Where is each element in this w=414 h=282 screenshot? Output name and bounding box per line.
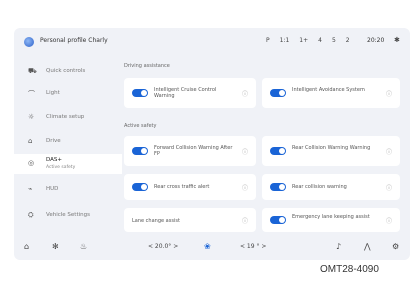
das-icon: ◎ — [28, 159, 35, 167]
section-title-active-safety: Active safety — [124, 123, 157, 129]
card-label: Emergency lane keeping assist — [292, 214, 370, 220]
bottom-bar: ⌂ ✻ ♨ < 20.0° > ❀ < 19 ° > ♪ ⋀ ⚙ — [14, 234, 410, 260]
car-icon: ⛟ — [28, 67, 37, 75]
status-icon-1: P — [266, 37, 270, 44]
toggle-switch[interactable] — [270, 89, 286, 97]
profile-name[interactable]: Personal profile Charly — [40, 37, 108, 44]
toggle-switch[interactable] — [132, 183, 148, 191]
info-icon[interactable]: ⓘ — [386, 216, 392, 225]
settings-icon[interactable]: ⚙ — [392, 242, 399, 251]
card-rear-cross-traffic[interactable]: Rear cross traffic alert ⓘ — [124, 174, 256, 200]
toggle-switch[interactable] — [132, 89, 148, 97]
seat-heat-icon[interactable]: ♨ — [80, 242, 87, 251]
info-icon[interactable]: ⓘ — [242, 183, 248, 192]
drive-icon: ⌂ — [28, 137, 33, 145]
sidebar-item-label: Light — [46, 90, 60, 96]
sidebar-item-label: DAS+ — [46, 157, 63, 163]
sidebar-item-label: HUD — [46, 186, 59, 192]
card-lane-change[interactable]: Lane change assist ⓘ — [124, 208, 256, 232]
status-bar: Personal profile Charly P 1:1 1+ 4 5 2 2… — [14, 28, 410, 56]
navigation-icon[interactable]: ⋀ — [364, 242, 371, 251]
toggle-switch[interactable] — [132, 147, 148, 155]
right-temperature[interactable]: < 19 ° > — [240, 243, 266, 250]
bluetooth-icon[interactable]: ✱ — [394, 36, 400, 44]
card-emergency-lane[interactable]: Emergency lane keeping assist ⓘ — [262, 208, 400, 232]
status-icons: P 1:1 1+ 4 5 2 — [266, 37, 350, 44]
fan-icon[interactable]: ✻ — [52, 242, 59, 251]
home-icon[interactable]: ⌂ — [24, 242, 29, 251]
sidebar-item-vehicle-settings[interactable]: ⛭ Vehicle Settings — [14, 206, 122, 226]
status-icon-2: 1:1 — [279, 37, 290, 44]
infotainment-screen: Personal profile Charly P 1:1 1+ 4 5 2 2… — [14, 28, 410, 260]
sidebar-item-drive[interactable]: ⌂ Drive — [14, 132, 122, 152]
sidebar-item-climate[interactable]: ☼ Climate setup — [14, 108, 122, 128]
section-title-driving-assistance: Driving assistance — [124, 63, 170, 69]
hud-icon: ⌁ — [28, 185, 33, 193]
card-rear-collision[interactable]: Rear collision warning ⓘ — [262, 174, 400, 200]
info-icon[interactable]: ⓘ — [242, 216, 248, 225]
info-icon[interactable]: ⓘ — [386, 183, 392, 192]
clock: 20:20 — [367, 37, 385, 44]
sidebar-item-label: Quick controls — [46, 68, 86, 74]
status-icon-6: 2 — [345, 37, 350, 44]
music-icon[interactable]: ♪ — [336, 242, 341, 251]
toggle-switch[interactable] — [270, 183, 286, 191]
status-icon-4: 4 — [318, 37, 322, 44]
climate-fan-icon[interactable]: ❀ — [204, 242, 211, 251]
profile-avatar[interactable] — [24, 37, 34, 47]
sidebar-item-label: Vehicle Settings — [46, 212, 90, 218]
info-icon[interactable]: ⓘ — [242, 89, 248, 98]
sidebar-item-das[interactable]: ◎ DAS+ Active safety — [14, 154, 122, 174]
figure-caption: OMT28-4090 — [320, 264, 379, 275]
sidebar-item-label: Climate setup — [46, 114, 85, 120]
card-label: Rear collision warning — [292, 184, 347, 190]
card-label: Lane change assist — [132, 218, 180, 224]
card-intelligent-avoidance[interactable]: Intelligent Avoidance System ⓘ — [262, 78, 400, 108]
settings-icon: ⛭ — [28, 211, 34, 219]
card-label: Rear cross traffic alert — [154, 184, 210, 190]
left-temperature[interactable]: < 20.0° > — [148, 243, 178, 250]
status-icon-5: 5 — [331, 37, 336, 44]
toggle-switch[interactable] — [270, 147, 286, 155]
info-icon[interactable]: ⓘ — [386, 89, 392, 98]
toggle-switch[interactable] — [270, 216, 286, 224]
sidebar-item-label: Drive — [46, 138, 61, 144]
info-icon[interactable]: ⓘ — [386, 147, 392, 156]
sidebar-item-quick-controls[interactable]: ⛟ Quick controls — [14, 62, 122, 82]
status-icon-3: 1+ — [299, 37, 309, 44]
card-forward-collision[interactable]: Forward Collision Warning After FP ⓘ — [124, 136, 256, 166]
card-label: Rear Collision Warning Warning — [292, 145, 371, 151]
card-label: Intelligent Cruise Control Warning — [154, 87, 217, 99]
card-intelligent-cruise[interactable]: Intelligent Cruise Control Warning ⓘ — [124, 78, 256, 108]
sidebar-item-light[interactable]: ⌒ Light — [14, 84, 122, 104]
card-rear-collision-warning[interactable]: Rear Collision Warning Warning ⓘ — [262, 136, 400, 166]
climate-icon: ☼ — [28, 113, 35, 121]
sidebar-item-hud[interactable]: ⌁ HUD — [14, 180, 122, 200]
card-label: Forward Collision Warning After FP — [154, 145, 233, 157]
card-label: Intelligent Avoidance System — [292, 87, 365, 93]
info-icon[interactable]: ⓘ — [242, 147, 248, 156]
sidebar-item-sublabel: Active safety — [46, 165, 76, 170]
light-icon: ⌒ — [28, 90, 35, 98]
